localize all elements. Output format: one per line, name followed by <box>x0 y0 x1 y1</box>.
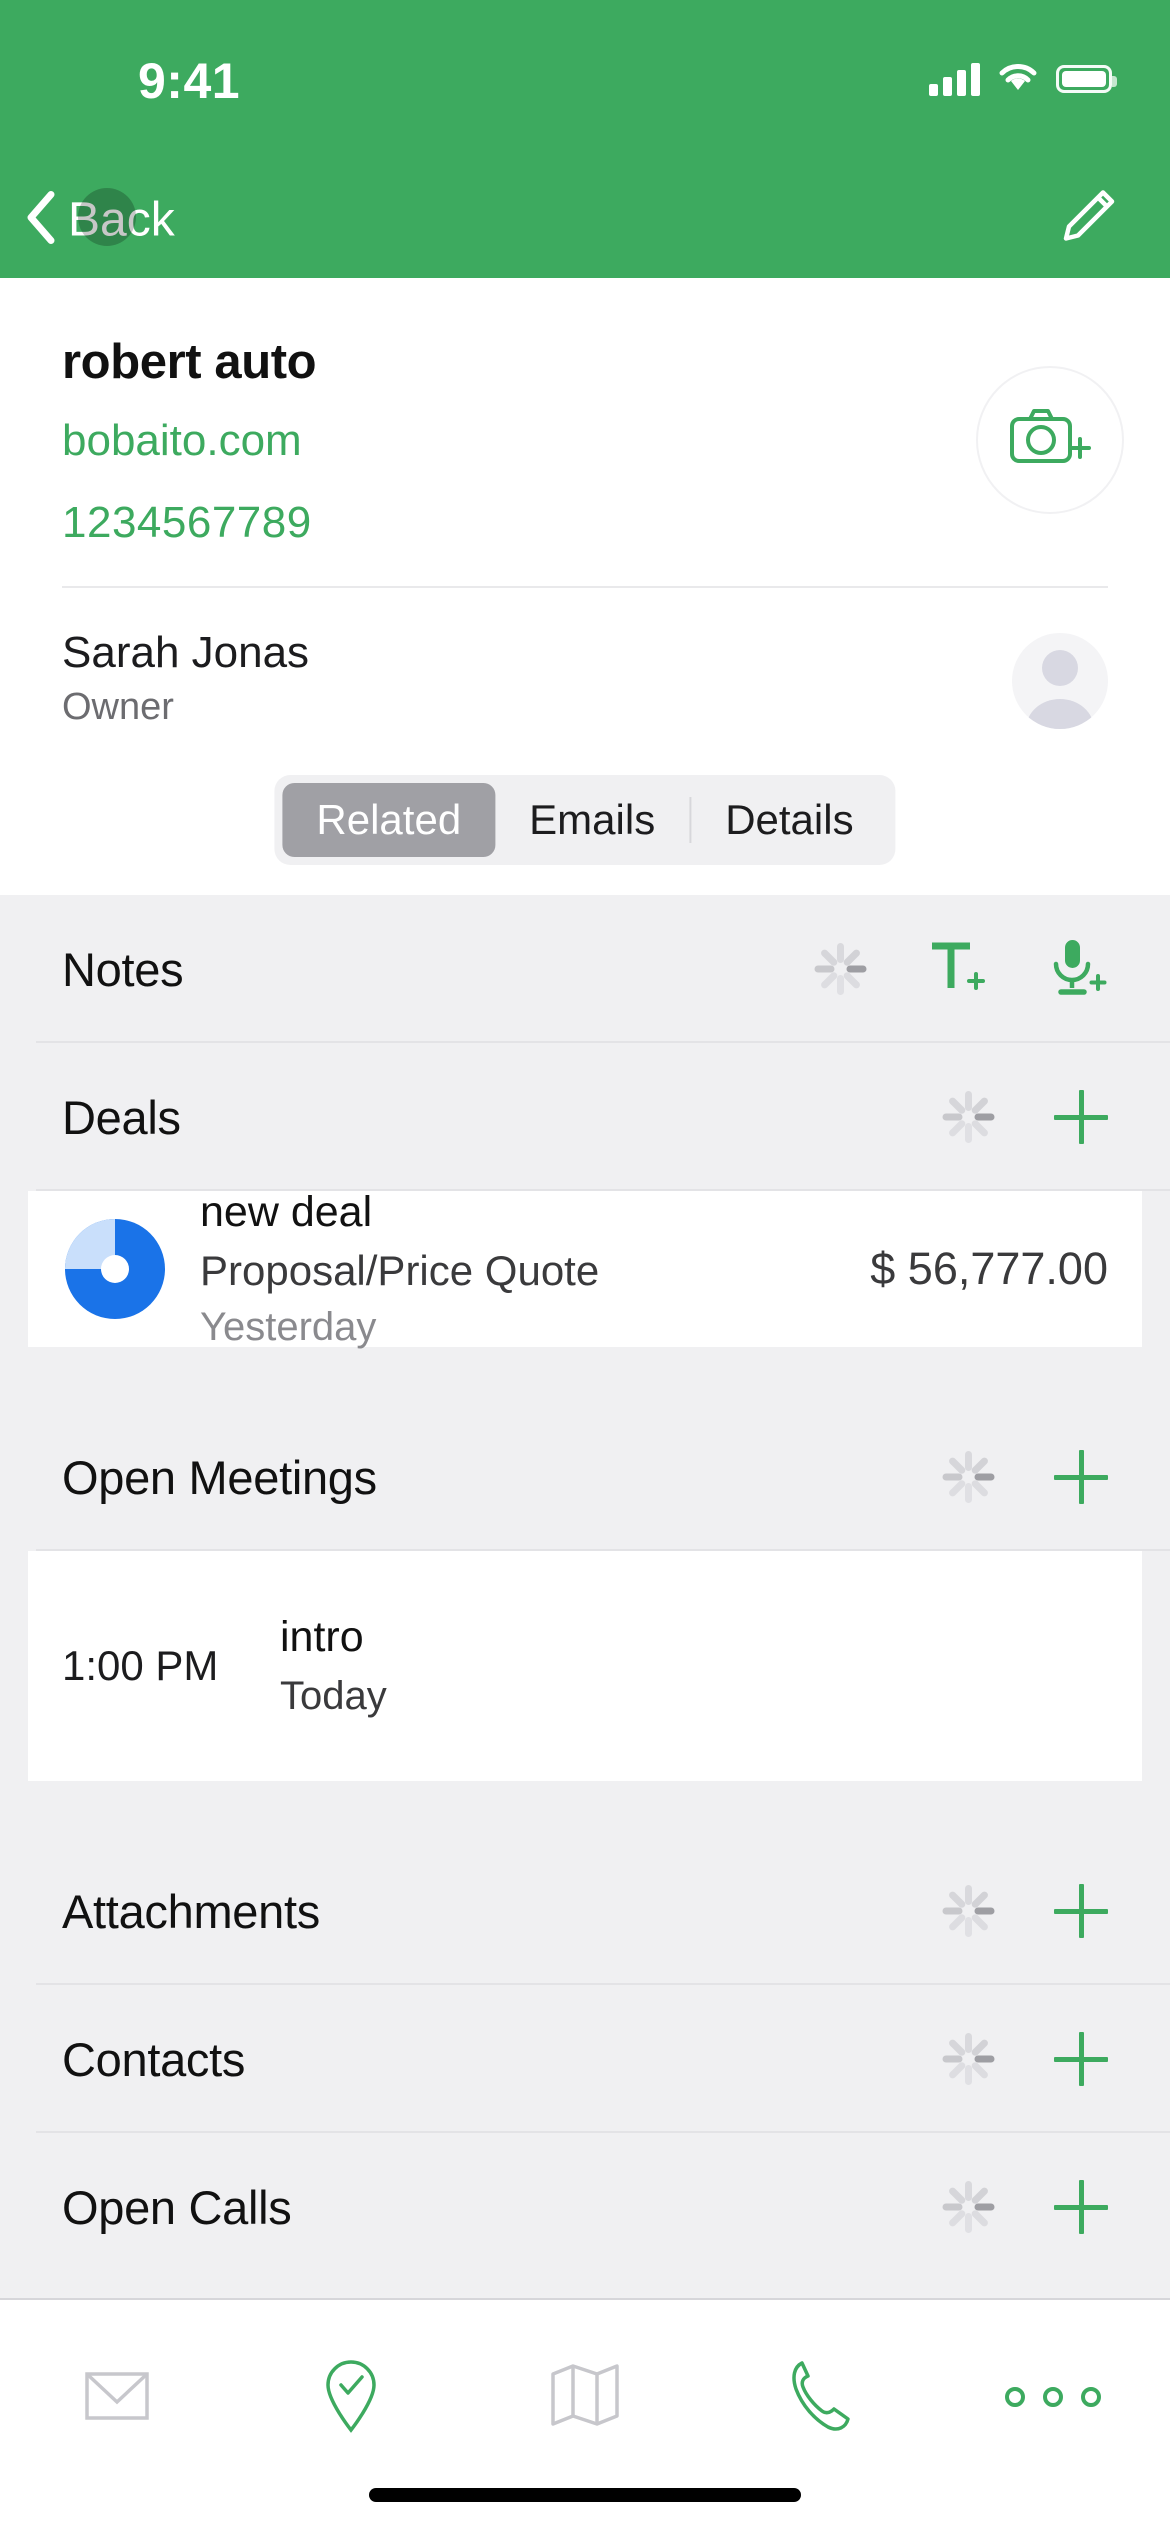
email-icon <box>79 2364 155 2431</box>
battery-full-icon <box>1056 64 1117 93</box>
tab-details[interactable]: Details <box>691 783 887 857</box>
section-header-notes: Notes <box>0 895 1170 1043</box>
section-actions-deals <box>940 1089 1108 1145</box>
loading-spinner-icon[interactable] <box>940 1449 996 1505</box>
tab-segmented-control[interactable]: Related Emails Details <box>274 775 896 865</box>
person-avatar-icon <box>1012 633 1108 729</box>
section-header-deals: Deals <box>0 1043 1170 1191</box>
add-meeting-button[interactable] <box>1054 1450 1108 1504</box>
account-phone-link[interactable]: 1234567789 <box>62 498 316 548</box>
status-bar-icons <box>929 60 1117 97</box>
add-attachment-button[interactable] <box>1054 1884 1108 1938</box>
loading-spinner-icon[interactable] <box>940 1883 996 1939</box>
meeting-title: intro <box>280 1613 364 1661</box>
status-bar-time: 9:41 <box>138 53 241 109</box>
more-options-icon <box>1005 2387 1101 2407</box>
meeting-time: 1:00 PM <box>62 1642 219 1689</box>
map-icon <box>547 2362 623 2433</box>
section-header-open-calls: Open Calls <box>0 2133 1170 2281</box>
section-header-attachments: Attachments <box>0 1837 1170 1985</box>
add-voice-note-icon[interactable] <box>1046 936 1108 1003</box>
deal-progress-donut-icon <box>62 1216 168 1322</box>
pencil-edit-icon <box>1056 190 1118 253</box>
meeting-date: Today <box>280 1674 387 1718</box>
header-divider <box>62 586 1108 588</box>
account-website-link[interactable]: bobaito.com <box>62 416 316 466</box>
section-title-attachments: Attachments <box>62 1884 320 1938</box>
section-title-deals: Deals <box>62 1090 181 1144</box>
add-photo-button[interactable] <box>976 366 1124 514</box>
navigation-bar: Back <box>0 162 1170 278</box>
deal-details: new deal Proposal/Price Quote Yesterday <box>200 1188 599 1350</box>
section-title-contacts: Contacts <box>62 2032 246 2086</box>
tab-map[interactable] <box>468 2342 702 2452</box>
owner-info[interactable]: Sarah Jonas Owner <box>62 628 309 729</box>
section-actions-attachments <box>940 1883 1108 1939</box>
spacer <box>0 1781 1170 1837</box>
tab-email[interactable] <box>0 2342 234 2452</box>
add-text-note-icon[interactable] <box>926 936 988 1003</box>
section-title-open-calls: Open Calls <box>62 2180 292 2234</box>
status-bar: 9:41 <box>0 0 1170 162</box>
owner-name: Sarah Jonas <box>62 628 310 677</box>
section-header-contacts: Contacts <box>0 1985 1170 2133</box>
tab-emails[interactable]: Emails <box>495 783 689 857</box>
loading-spinner-icon[interactable] <box>812 941 868 997</box>
section-actions-open-meetings <box>940 1449 1108 1505</box>
home-indicator <box>369 2488 801 2502</box>
spacer <box>0 1347 1170 1403</box>
cellular-signal-icon <box>929 62 980 96</box>
section-actions-contacts <box>940 2031 1108 2087</box>
wifi-icon <box>996 60 1040 97</box>
related-content-list[interactable]: Notes Deals new deal Proposal/Price Quot… <box>0 895 1170 2298</box>
account-name: robert auto <box>62 335 317 389</box>
deal-stage: Proposal/Price Quote <box>200 1247 600 1294</box>
edit-button[interactable] <box>1056 187 1118 254</box>
deal-amount: $ 56,777.00 <box>870 1243 1108 1294</box>
add-call-button[interactable] <box>1054 2180 1108 2234</box>
tab-check-in[interactable] <box>234 2342 468 2452</box>
section-rule <box>36 1549 1170 1551</box>
tab-related[interactable]: Related <box>282 783 496 857</box>
tab-call[interactable] <box>702 2342 936 2452</box>
section-actions-notes <box>812 936 1108 1003</box>
section-header-open-meetings: Open Meetings <box>0 1403 1170 1551</box>
account-info: robert auto bobaito.com 1234567789 <box>62 334 317 548</box>
deal-list-item[interactable]: new deal Proposal/Price Quote Yesterday … <box>28 1188 1142 1350</box>
section-title-open-meetings: Open Meetings <box>62 1450 377 1504</box>
tab-more[interactable] <box>936 2342 1170 2452</box>
deal-name: new deal <box>200 1188 373 1236</box>
section-rule <box>36 1189 1170 1191</box>
loading-spinner-icon[interactable] <box>940 2179 996 2235</box>
meeting-list-item[interactable]: 1:00 PM intro Today <box>28 1551 1142 1781</box>
camera-add-icon <box>1008 406 1092 475</box>
chevron-left-icon <box>24 190 58 251</box>
owner-role: Owner <box>62 686 174 728</box>
phone-call-icon <box>786 2357 852 2438</box>
deal-date: Yesterday <box>200 1305 377 1349</box>
section-title-notes: Notes <box>62 942 184 996</box>
meeting-details: intro Today <box>280 1613 387 1719</box>
add-contact-button[interactable] <box>1054 2032 1108 2086</box>
loading-spinner-icon[interactable] <box>940 1089 996 1145</box>
app-screen: 9:41 Back robert auto bobaito.com 123456… <box>0 0 1170 2532</box>
section-actions-open-calls <box>940 2179 1108 2235</box>
touch-indicator <box>78 188 136 246</box>
loading-spinner-icon[interactable] <box>940 2031 996 2087</box>
add-deal-button[interactable] <box>1054 1090 1108 1144</box>
check-in-pin-icon <box>320 2357 382 2438</box>
